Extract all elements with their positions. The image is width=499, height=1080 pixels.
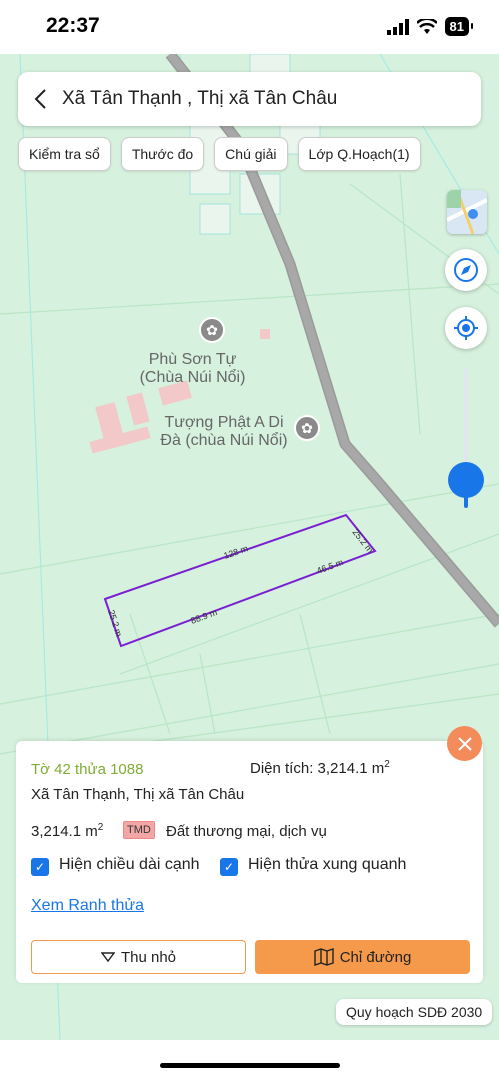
ruler-chip[interactable]: Thước đo <box>120 137 205 171</box>
show-surrounding-checkbox[interactable]: ✓ <box>220 858 238 876</box>
edge-label-left: 25.2 m <box>106 609 124 638</box>
planning-layer-chip[interactable]: Lớp Q.Hoạch(1) <box>297 137 421 171</box>
status-time: 22:37 <box>46 14 100 37</box>
edge-label-bottom: 88.9 m <box>189 607 218 626</box>
parcel-area-value: 3,214.1 m2 <box>31 822 104 840</box>
legend-chip[interactable]: Chú giải <box>214 137 288 171</box>
collapse-button-label: Thu nhỏ <box>120 948 177 966</box>
check-book-chip[interactable]: Kiểm tra sổ <box>18 137 111 171</box>
tool-chips: Kiểm tra sổ Thước đo Chú giải Lớp Q.Hoạc… <box>18 137 421 171</box>
compass-button[interactable] <box>445 249 487 291</box>
edge-label-bottom-right: 46.5 m <box>315 557 344 576</box>
view-boundary-link[interactable]: Xem Ranh thửa <box>31 897 144 915</box>
locate-button[interactable] <box>445 307 487 349</box>
battery-icon: 81 <box>444 17 474 36</box>
directions-button[interactable]: Chỉ đường <box>255 940 470 974</box>
close-icon <box>457 736 472 751</box>
edge-label-top: 128 m <box>222 543 249 561</box>
home-indicator[interactable] <box>160 1063 340 1068</box>
status-bar: 22:37 81 <box>0 0 499 54</box>
signal-icon <box>386 18 409 35</box>
parcel-info-card: Tờ 42 thửa 1088 Diện tích: 3,214.1 m2 Xã… <box>16 741 483 983</box>
chevron-left-icon <box>34 89 46 109</box>
triangle-down-icon <box>100 952 115 962</box>
close-card-button[interactable] <box>447 726 482 761</box>
parcel-id: Tờ 42 thửa 1088 <box>31 761 144 778</box>
temple-icon[interactable]: ✿ <box>199 317 225 343</box>
land-use-type: Đất thương mại, dịch vụ <box>166 823 327 840</box>
statue-icon[interactable]: ✿ <box>294 415 320 441</box>
parcel-address: Xã Tân Thạnh, Thị xã Tân Châu <box>31 786 245 803</box>
parcel-area: Diện tích: 3,214.1 m2 <box>250 759 390 777</box>
show-edge-length-label: Hiện chiều dài cạnh <box>59 856 200 873</box>
parcel-outline <box>103 513 377 648</box>
map-thumbnail-icon <box>447 190 487 234</box>
edge-label-right: 25.2 m <box>350 527 375 555</box>
map-icon <box>314 948 334 966</box>
back-button[interactable] <box>18 72 62 126</box>
poi-label-2: Tượng Phật A Di Đà (chùa Núi Nổi) <box>160 414 288 449</box>
zoom-slider-knob[interactable] <box>448 462 484 498</box>
show-edge-length-checkbox[interactable]: ✓ <box>31 858 49 876</box>
location-header: Xã Tân Thạnh , Thị xã Tân Châu <box>18 72 481 126</box>
bottom-area <box>0 1040 499 1080</box>
locate-icon <box>454 316 478 340</box>
status-icons: 81 <box>386 17 474 36</box>
land-code-badge: TMD <box>123 821 155 839</box>
location-title: Xã Tân Thạnh , Thị xã Tân Châu <box>62 88 338 109</box>
collapse-button[interactable]: Thu nhỏ <box>31 940 246 974</box>
map-type-button[interactable] <box>447 190 487 234</box>
poi-label-1: Phù Sơn Tự (Chùa Núi Nổi) <box>139 351 246 386</box>
wifi-icon <box>416 18 437 34</box>
directions-button-label: Chỉ đường <box>339 948 412 966</box>
compass-icon <box>454 258 478 282</box>
show-surrounding-label: Hiện thửa xung quanh <box>248 856 407 873</box>
planning-tag[interactable]: Quy hoạch SDĐ 2030 <box>336 999 493 1025</box>
